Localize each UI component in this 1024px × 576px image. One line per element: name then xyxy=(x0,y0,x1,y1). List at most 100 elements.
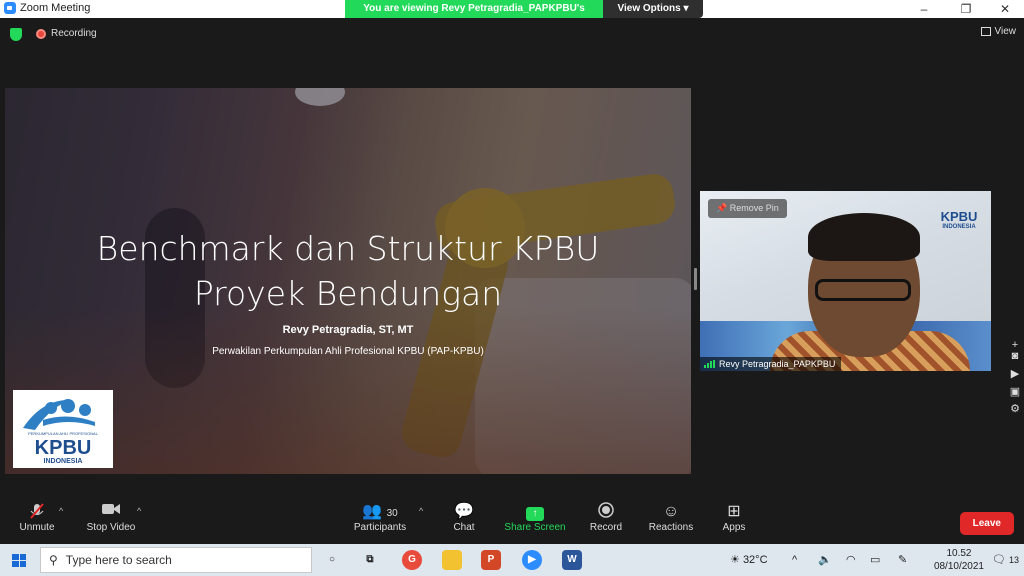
sun-icon: ☀ xyxy=(730,554,740,566)
video-icon[interactable]: ▶ xyxy=(1008,367,1022,380)
reactions-label: Reactions xyxy=(648,522,694,533)
chrome-icon[interactable]: G xyxy=(402,550,422,570)
leave-button[interactable]: Leave xyxy=(959,512,1014,535)
participants-button[interactable]: 👥 30 Participants xyxy=(352,502,408,533)
meeting-topbar: Recording View xyxy=(0,18,1024,50)
zoom-logo-icon xyxy=(4,2,16,14)
signal-bars-icon xyxy=(704,360,715,368)
word-icon[interactable]: W xyxy=(562,550,582,570)
viewing-notice: You are viewing Revy Petragradia_PAPKPBU… xyxy=(345,0,603,32)
share-screen-button[interactable]: ↑ Share Screen xyxy=(504,502,566,533)
notification-count: 13 xyxy=(1009,555,1020,565)
video-camera-icon xyxy=(84,502,138,522)
video-logo-sub: INDONESIA xyxy=(942,224,976,230)
stop-video-button[interactable]: Stop Video xyxy=(84,502,138,533)
settings-gear-icon[interactable]: ⚙ xyxy=(1008,402,1022,415)
slide-title-line1: Benchmark dan Struktur KPBU xyxy=(96,229,600,268)
unmute-button[interactable]: Unmute xyxy=(16,502,58,533)
meeting-toolbar: Unmute ^ Stop Video ^ 👥 30 Participants … xyxy=(0,496,1024,544)
record-dot-icon xyxy=(36,28,46,39)
search-placeholder: Type here to search xyxy=(65,553,172,567)
slide-title-line2: Proyek Bendungan xyxy=(193,274,503,313)
notification-icon: 🗨 xyxy=(992,554,1006,566)
kpbu-logo: PERKUMPULAN AHLI PROFESIONAL KPBU INDONE… xyxy=(13,390,113,468)
recording-label: Recording xyxy=(51,28,97,39)
participants-count: 30 xyxy=(386,508,398,519)
kpbu-logo-tiny: PERKUMPULAN AHLI PROFESIONAL xyxy=(28,431,99,436)
kpbu-logo-graphic: PERKUMPULAN AHLI PROFESIONAL KPBU INDONE… xyxy=(23,399,99,465)
shared-screen[interactable]: Benchmark dan Struktur KPBU Proyek Bendu… xyxy=(5,88,691,474)
screen-share-banner: You are viewing Revy Petragradia_PAPKPBU… xyxy=(345,0,703,32)
windows-start-icon[interactable] xyxy=(12,554,26,567)
view-button[interactable]: View xyxy=(980,26,1017,37)
app-title-group: Zoom Meeting xyxy=(4,2,90,14)
taskbar-search-box[interactable]: ⚲ Type here to search xyxy=(40,547,312,573)
kpbu-logo-sub: INDONESIA xyxy=(44,458,83,465)
temperature: 32°C xyxy=(742,554,768,566)
slide-title: Benchmark dan Struktur KPBU Proyek Bendu… xyxy=(5,226,691,316)
battery-icon[interactable]: ▭ xyxy=(870,544,880,576)
participants-label: Participants xyxy=(353,522,407,533)
slide-speaker: Revy Petragradia, ST, MT xyxy=(282,324,414,336)
shield-icon[interactable] xyxy=(10,28,22,41)
notifications-button[interactable]: 🗨 13 xyxy=(992,544,1019,576)
record-label: Record xyxy=(589,522,623,533)
share-screen-icon-wrap: ↑ xyxy=(504,502,566,522)
apps-button[interactable]: ⊞ Apps xyxy=(720,502,748,533)
grid-icon xyxy=(980,27,991,36)
share-arrow-icon: ↑ xyxy=(526,507,544,521)
chat-label: Chat xyxy=(453,522,475,533)
audio-options-caret[interactable]: ^ xyxy=(59,506,63,516)
taskbar-clock[interactable]: 10.52 08/10/2021 xyxy=(934,547,984,573)
view-label: View xyxy=(994,26,1017,37)
close-button[interactable]: ✕ xyxy=(986,0,1024,18)
stop-video-label: Stop Video xyxy=(86,522,136,533)
smiley-icon: ☺ xyxy=(662,503,680,520)
restore-button[interactable]: ❐ xyxy=(947,0,985,18)
video-logo-text: KPBU xyxy=(940,209,978,224)
participant-name: Revy Petragradia_PAPKPBU xyxy=(719,359,836,369)
clock-date: 08/10/2021 xyxy=(933,561,984,572)
view-options-button[interactable]: View Options ▾ xyxy=(603,0,703,18)
windows-taskbar: ⚲ Type here to search ○ ⧉ G P ▶ W ☀ 32°C… xyxy=(0,544,1024,576)
show-hidden-icons[interactable]: ^ xyxy=(792,544,797,576)
participant-hair xyxy=(808,213,920,261)
clock-time: 10.52 xyxy=(946,548,972,559)
file-explorer-icon[interactable] xyxy=(442,550,462,570)
record-icon xyxy=(588,502,624,522)
unmute-label: Unmute xyxy=(19,522,55,533)
reactions-button[interactable]: ☺ Reactions xyxy=(648,502,694,533)
remove-pin-button[interactable]: 📌 Remove Pin xyxy=(708,199,787,218)
participant-glasses xyxy=(815,279,911,301)
muted-mic-icon xyxy=(16,502,58,522)
apps-label: Apps xyxy=(722,522,746,533)
camera-icon[interactable]: ◙ xyxy=(1008,350,1022,362)
chat-bubble-icon: 💬 xyxy=(454,503,474,520)
search-icon: ⚲ xyxy=(49,553,58,567)
participant-video[interactable]: 📌 Remove Pin KPBU INDONESIA Revy Petragr… xyxy=(700,191,991,371)
participant-name-tag: Revy Petragradia_PAPKPBU xyxy=(700,357,842,371)
record-button[interactable]: Record xyxy=(588,502,624,533)
powerpoint-icon[interactable]: P xyxy=(481,550,501,570)
panel-resize-handle[interactable] xyxy=(694,268,697,290)
task-view-icon[interactable]: ⧉ xyxy=(360,550,380,570)
volume-icon[interactable]: 🔈 xyxy=(818,544,832,576)
people-icon: 👥 xyxy=(362,503,383,520)
apps-icon: ⊞ xyxy=(727,503,741,520)
participants-options-caret[interactable]: ^ xyxy=(419,506,423,516)
recording-indicator[interactable]: Recording xyxy=(36,28,97,39)
zoom-taskbar-icon[interactable]: ▶ xyxy=(522,550,542,570)
chat-button[interactable]: 💬 Chat xyxy=(448,502,480,533)
participants-icon-group: 👥 30 xyxy=(352,502,408,522)
minimize-button[interactable]: – xyxy=(905,0,943,18)
window-title: Zoom Meeting xyxy=(20,2,91,14)
wifi-icon[interactable]: ◠ xyxy=(846,544,856,576)
cortana-icon[interactable]: ○ xyxy=(322,550,342,570)
pen-icon[interactable]: ✎ xyxy=(898,544,907,576)
video-options-caret[interactable]: ^ xyxy=(137,506,141,516)
weather-widget[interactable]: ☀ 32°C xyxy=(730,544,768,576)
slide-organization: Perwakilan Perkumpulan Ahli Profesional … xyxy=(212,346,484,357)
image-icon[interactable]: ▣ xyxy=(1008,385,1022,398)
remove-pin-label: Remove Pin xyxy=(729,203,779,213)
pin-icon: 📌 xyxy=(716,203,728,213)
